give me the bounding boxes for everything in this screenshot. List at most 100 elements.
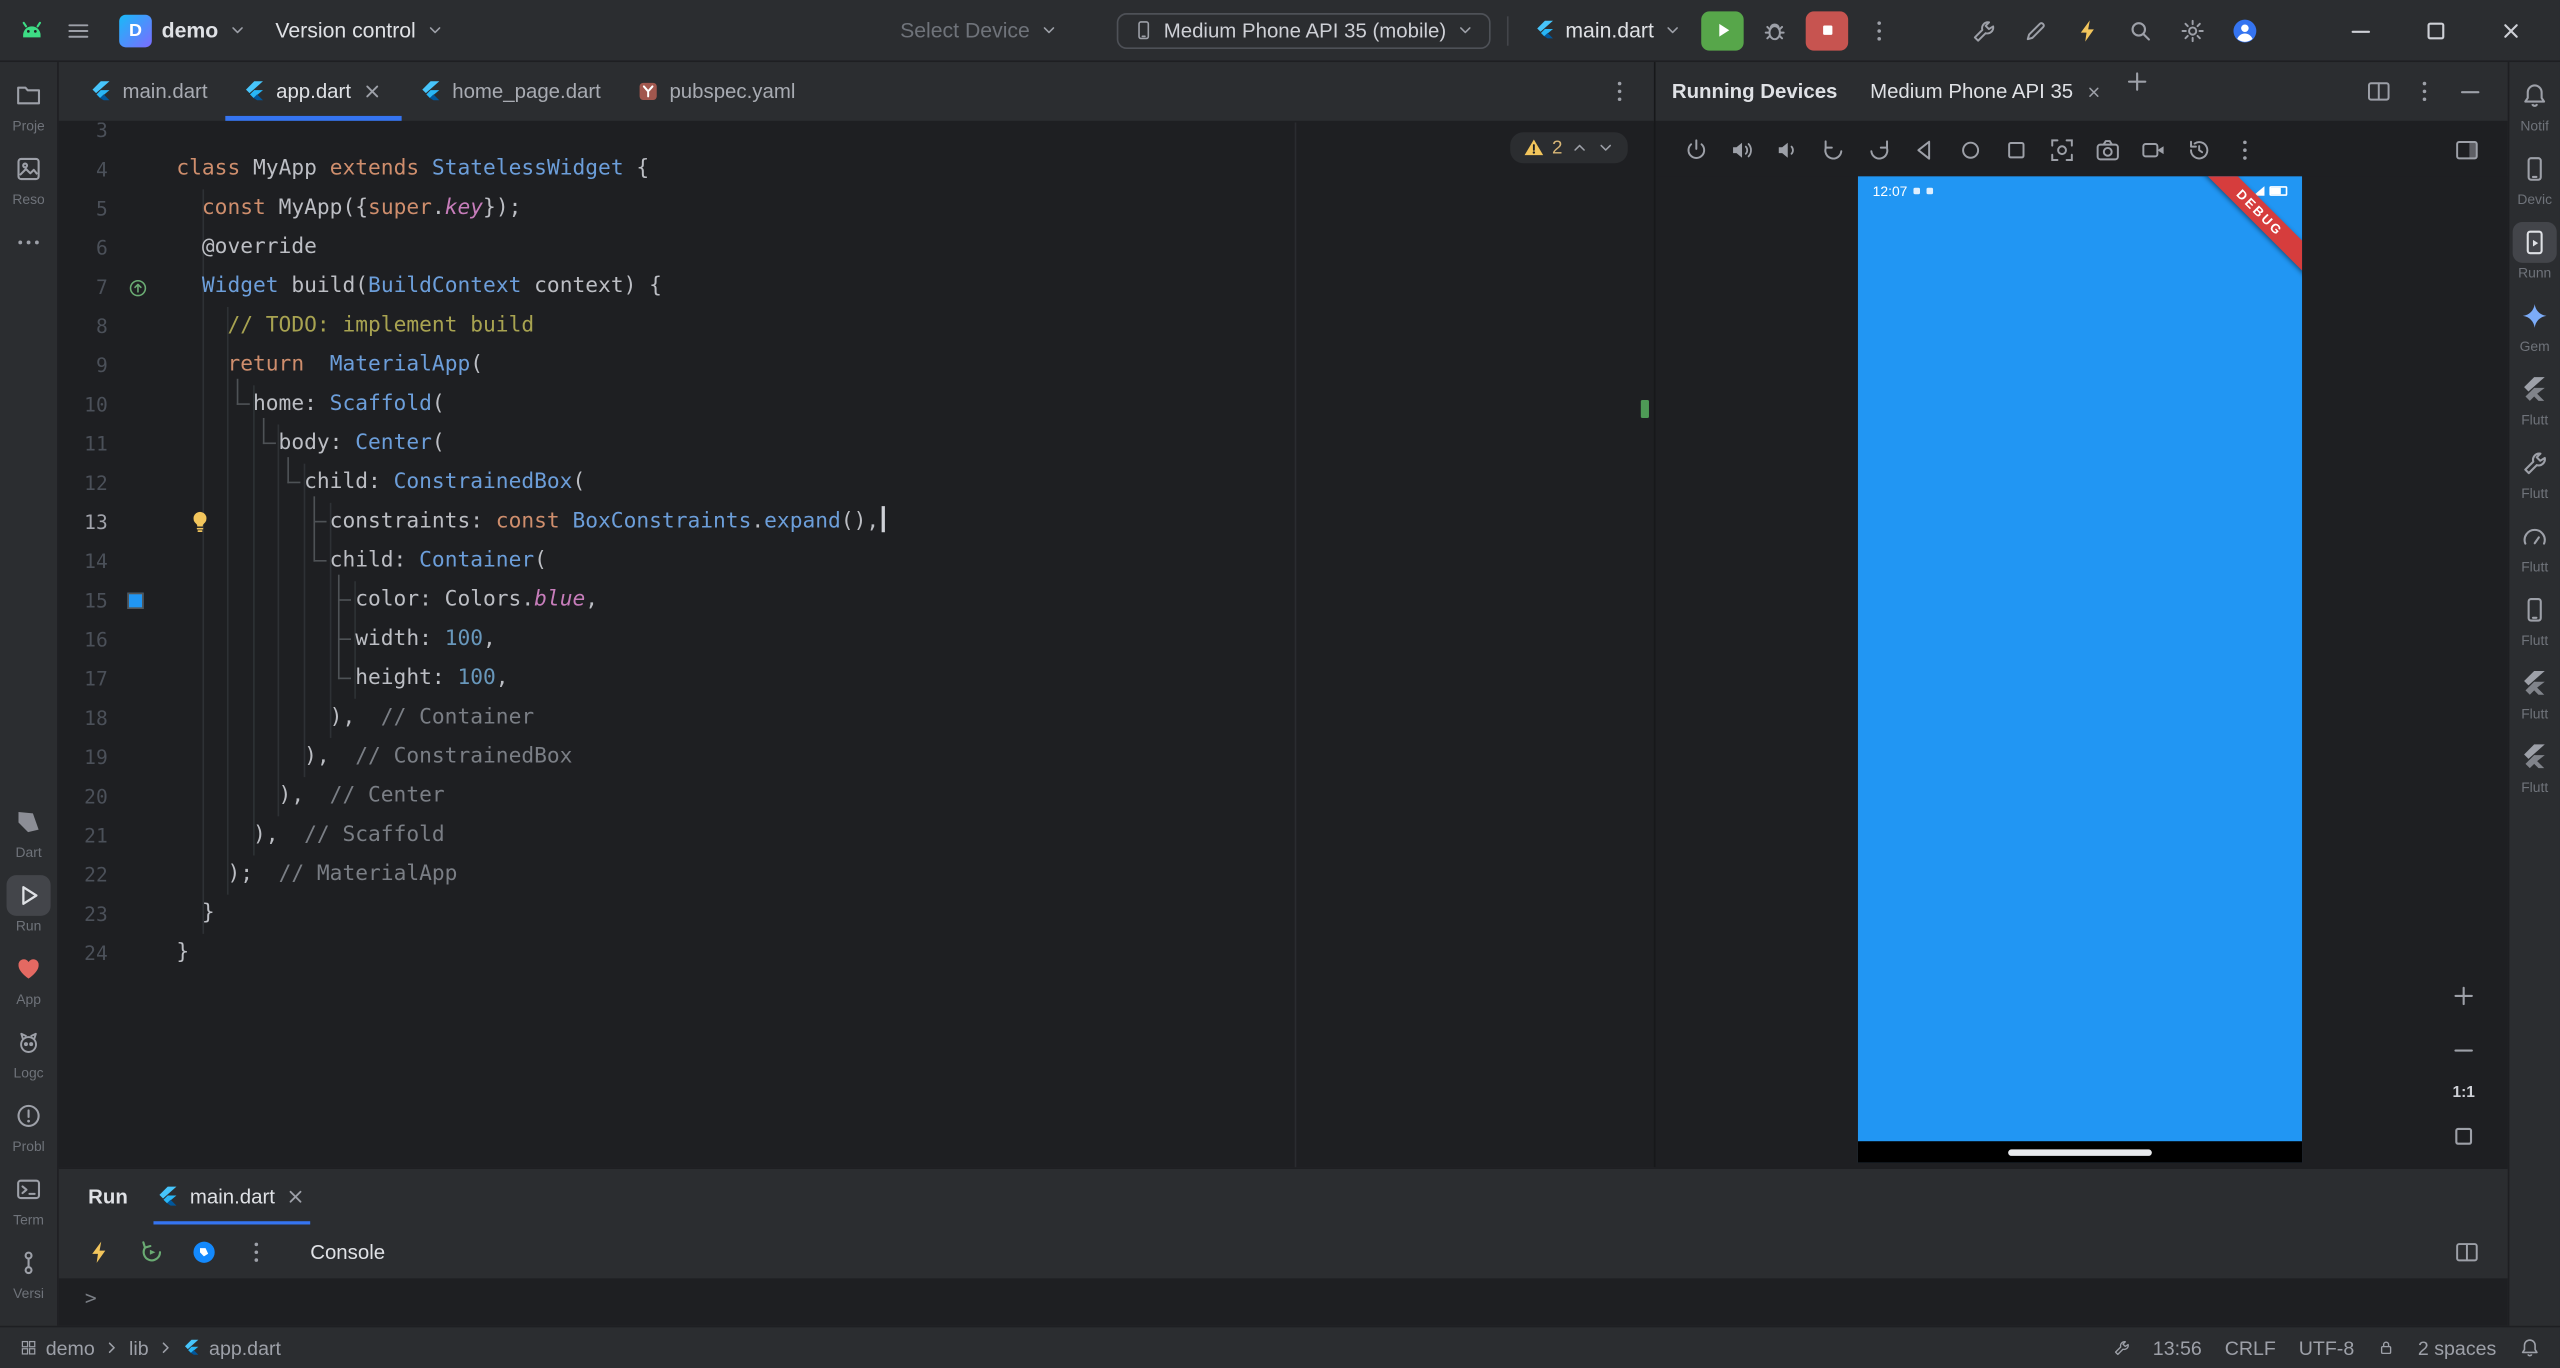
minimize-window-button[interactable]: [2328, 0, 2393, 61]
tool-button-notifications[interactable]: Notif: [2509, 75, 2560, 134]
hot-restart-button[interactable]: [131, 1232, 173, 1271]
line-ending[interactable]: CRLF: [2225, 1336, 2276, 1359]
screenshot-button[interactable]: [2041, 130, 2083, 169]
file-encoding[interactable]: UTF-8: [2299, 1336, 2355, 1359]
history-button[interactable]: [2178, 130, 2220, 169]
code-line-24[interactable]: 24}: [59, 934, 1654, 973]
cursor-position[interactable]: 13:56: [2153, 1336, 2202, 1359]
tool-button-flutter-devices[interactable]: Flutt: [2509, 589, 2560, 648]
run-configuration-selector[interactable]: main.dart: [1525, 13, 1692, 47]
project-selector[interactable]: D demo: [109, 9, 255, 51]
next-issue-icon[interactable]: [1597, 139, 1615, 157]
run-more-options-button[interactable]: [235, 1232, 277, 1271]
editor-tab-pubspec.yaml[interactable]: pubspec.yaml: [619, 62, 813, 121]
code-line-23[interactable]: 23 }: [59, 895, 1654, 934]
close-window-button[interactable]: [2478, 0, 2543, 61]
code-line-11[interactable]: 11 body: Center(: [59, 424, 1654, 463]
search-everywhere-button[interactable]: [2119, 11, 2161, 50]
device-tab[interactable]: Medium Phone API 35: [1857, 62, 2116, 121]
split-panel-button[interactable]: [2358, 72, 2400, 111]
code-line-5[interactable]: 5 const MyApp({super.key});: [59, 189, 1654, 228]
run-button[interactable]: [1701, 11, 1743, 50]
more-run-actions-button[interactable]: [1858, 11, 1900, 50]
inspection-widget[interactable]: 2: [1510, 132, 1628, 163]
vcs-change-marker[interactable]: [1641, 400, 1649, 418]
code-line-20[interactable]: 20 ), // Center: [59, 777, 1654, 816]
tool-button-app-quality-insights[interactable]: App: [0, 949, 57, 1008]
tool-button-logcat[interactable]: Logc: [0, 1022, 57, 1081]
zoom-in-button[interactable]: [2442, 976, 2484, 1015]
tool-button-device-manager[interactable]: Devic: [2509, 149, 2560, 208]
zoom-fit-button[interactable]: [2442, 1117, 2484, 1156]
code-line-22[interactable]: 22 ); // MaterialApp: [59, 856, 1654, 895]
device-screen[interactable]: 12:07 3G DEBUG: [1858, 176, 2302, 1162]
kebab-button[interactable]: [2224, 130, 2266, 169]
indent-setting[interactable]: 2 spaces: [2418, 1336, 2496, 1359]
tool-button-terminal[interactable]: Term: [0, 1169, 57, 1228]
close-run-tab-icon[interactable]: [285, 1185, 308, 1208]
breadcrumb-project[interactable]: demo: [46, 1336, 95, 1359]
zoom-out-button[interactable]: [2442, 1030, 2484, 1069]
tool-button-problems[interactable]: Probl: [0, 1096, 57, 1155]
editor-tab-main.dart[interactable]: main.dart: [72, 62, 226, 121]
main-menu-button[interactable]: [57, 11, 99, 50]
run-panel-title[interactable]: Run: [75, 1169, 141, 1225]
stop-button[interactable]: [1806, 11, 1848, 50]
lock-icon[interactable]: [2377, 1339, 2395, 1357]
open-devtools-button[interactable]: [183, 1232, 225, 1271]
tool-button-flutter-tool-2[interactable]: Flutt: [2509, 736, 2560, 795]
previous-issue-icon[interactable]: [1571, 139, 1589, 157]
tool-button-flutter-inspector[interactable]: Flutt: [2509, 442, 2560, 501]
vcs-widget[interactable]: Version control: [266, 13, 454, 47]
code-line-4[interactable]: 4class MyApp extends StatelessWidget {: [59, 150, 1654, 189]
editor-tab-home_page.dart[interactable]: home_page.dart: [402, 62, 619, 121]
tool-button-more-tool-windows[interactable]: [0, 222, 57, 263]
profile-avatar-button[interactable]: [2224, 11, 2266, 50]
tool-button-resource-manager[interactable]: Reso: [0, 149, 57, 208]
split-console-button[interactable]: [2446, 1232, 2488, 1271]
tool-button-version-control[interactable]: Versi: [0, 1242, 57, 1301]
camera-button[interactable]: [2087, 130, 2129, 169]
tool-button-project[interactable]: Proje: [0, 75, 57, 134]
close-device-tab-icon[interactable]: [2085, 82, 2103, 100]
volume-up-button[interactable]: [1721, 130, 1763, 169]
code-line-17[interactable]: 17 height: 100,: [59, 660, 1654, 699]
code-line-15[interactable]: 15 color: Colors.blue,: [59, 581, 1654, 620]
debug-button[interactable]: [1753, 11, 1795, 50]
ai-assist-button[interactable]: [2067, 11, 2109, 50]
code-line-14[interactable]: 14 child: Container(: [59, 542, 1654, 581]
rotate-right-button[interactable]: [1858, 130, 1900, 169]
editor-tab-options-button[interactable]: [1598, 72, 1640, 111]
intention-bulb-icon[interactable]: [188, 509, 212, 533]
device-tools-button[interactable]: [1962, 11, 2004, 50]
power-button[interactable]: [1675, 130, 1717, 169]
tool-button-flutter-outline[interactable]: Flutt: [2509, 369, 2560, 428]
code-line-18[interactable]: 18 ), // Container: [59, 699, 1654, 738]
editor-area[interactable]: 34class MyApp extends StatelessWidget {5…: [59, 122, 1654, 1167]
zoom-1-1-button[interactable]: 1:1: [2452, 1084, 2474, 1102]
recents-button[interactable]: [1995, 130, 2037, 169]
select-device-dropdown[interactable]: Select Device: [890, 13, 1067, 47]
code-line-19[interactable]: 19 ), // ConstrainedBox: [59, 738, 1654, 777]
float-device-button[interactable]: [2446, 130, 2488, 169]
home-nav-button[interactable]: [1949, 130, 1991, 169]
gesture-pill[interactable]: [2008, 1149, 2152, 1156]
code-line-16[interactable]: 16 width: 100,: [59, 620, 1654, 659]
add-device-tab-button[interactable]: [2116, 62, 2158, 101]
code-line-7[interactable]: 7 Widget build(BuildContext context) {: [59, 268, 1654, 307]
tool-button-gemini[interactable]: Gem: [2509, 296, 2560, 355]
notifications-icon[interactable]: [2519, 1337, 2540, 1358]
breadcrumb-folder[interactable]: lib: [129, 1336, 149, 1359]
breadcrumb-file[interactable]: app.dart: [209, 1336, 281, 1359]
volume-down-button[interactable]: [1767, 130, 1809, 169]
editor-tab-app.dart[interactable]: app.dart: [225, 62, 401, 121]
tool-button-running-devices[interactable]: Runn: [2509, 222, 2560, 281]
tool-button-dart-analysis[interactable]: Dart: [0, 802, 57, 861]
tool-button-run[interactable]: Run: [0, 875, 57, 934]
panel-options-button[interactable]: [2403, 72, 2445, 111]
device-selector[interactable]: Medium Phone API 35 (mobile): [1116, 12, 1490, 48]
compose-button[interactable]: [2015, 11, 2057, 50]
override-icon[interactable]: [127, 277, 148, 298]
rotate-left-button[interactable]: [1812, 130, 1854, 169]
status-tools-icon[interactable]: [2112, 1339, 2130, 1357]
